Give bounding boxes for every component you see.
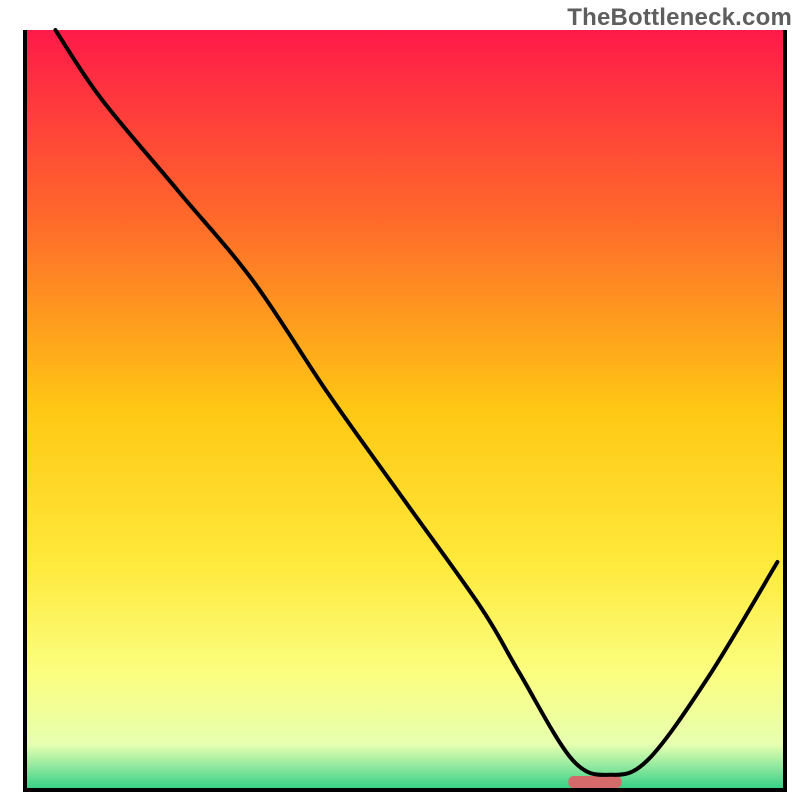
frame-right xyxy=(783,30,787,792)
frame-left xyxy=(23,30,27,792)
chart-stage: TheBottleneck.com xyxy=(0,0,800,800)
bottleneck-chart xyxy=(0,0,800,800)
optimal-marker xyxy=(568,776,621,788)
frame-bottom xyxy=(23,788,787,792)
